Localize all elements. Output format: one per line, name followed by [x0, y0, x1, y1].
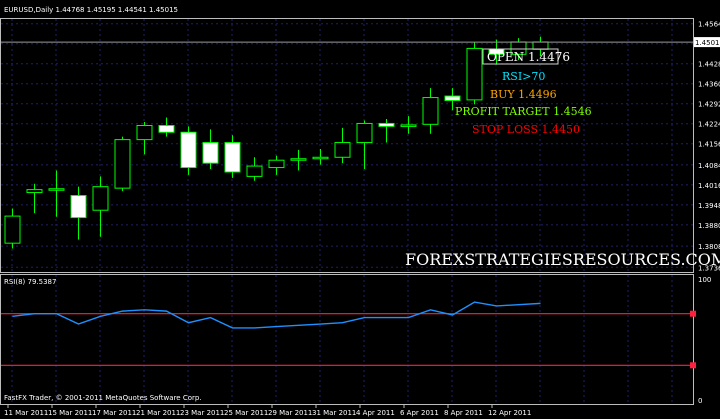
- candle-body[interactable]: [356, 122, 373, 144]
- rsi-max-label: 100: [698, 276, 711, 284]
- date-tick-label: 23 Mar 2011: [180, 409, 224, 417]
- chart-window[interactable]: 1.45641.44961.44281.43601.42921.42241.41…: [0, 0, 720, 419]
- price-tick-label: 1.4428: [698, 61, 720, 69]
- candle-body[interactable]: [334, 142, 351, 158]
- price-tick-label: 1.4564: [698, 21, 720, 29]
- date-tick-label: 31 Mar 2011: [312, 409, 356, 417]
- copyright-text: FastFX Trader, © 2001-2011 MetaQuotes So…: [4, 394, 202, 402]
- price-tick-label: 1.4084: [698, 162, 720, 170]
- profit-target-annotation: PROFIT TARGET 1.4546: [455, 105, 592, 118]
- price-tick-label: 1.3880: [698, 222, 720, 230]
- symbol-header: EURUSD,Daily 1.44768 1.45195 1.44541 1.4…: [4, 6, 178, 14]
- candle-body[interactable]: [290, 158, 307, 161]
- candle-body[interactable]: [114, 139, 131, 189]
- date-tick-label: 12 Apr 2011: [488, 409, 531, 417]
- date-tick-label: 8 Apr 2011: [444, 409, 483, 417]
- candle-body[interactable]: [378, 122, 395, 127]
- candle-body[interactable]: [422, 97, 439, 125]
- open-annotation: OPEN 1.4476: [487, 50, 570, 64]
- candle-body[interactable]: [180, 131, 197, 169]
- date-tick-label: 6 Apr 2011: [400, 409, 439, 417]
- date-tick-label: 17 Mar 2011: [92, 409, 136, 417]
- candle-body[interactable]: [312, 156, 329, 160]
- price-tick-label: 1.4016: [698, 182, 720, 190]
- rsi-level-marker: [690, 310, 696, 317]
- candle-body[interactable]: [202, 142, 219, 164]
- date-tick-label: 25 Mar 2011: [224, 409, 268, 417]
- candle-body[interactable]: [400, 124, 417, 127]
- rsi-annotation: RSI>70: [502, 70, 545, 83]
- price-tick-label: 1.3948: [698, 202, 720, 210]
- date-tick-label: 29 Mar 2011: [268, 409, 312, 417]
- candle-body[interactable]: [48, 188, 65, 191]
- candle-body[interactable]: [26, 189, 43, 194]
- candle-body[interactable]: [136, 124, 153, 141]
- price-tick-label: 1.4156: [698, 141, 720, 149]
- stop-loss-annotation: STOP LOSS 1.4450: [472, 123, 580, 136]
- candle-body[interactable]: [158, 124, 175, 133]
- date-tick-label: 21 Mar 2011: [136, 409, 180, 417]
- date-tick-label: 11 Mar 2011: [4, 409, 48, 417]
- candle-body[interactable]: [444, 95, 461, 101]
- date-tick-label: 4 Apr 2011: [356, 409, 395, 417]
- candle-body[interactable]: [268, 159, 285, 169]
- date-tick-label: 15 Mar 2011: [48, 409, 92, 417]
- candle-body[interactable]: [466, 47, 483, 101]
- buy-annotation: BUY 1.4496: [490, 88, 557, 101]
- rsi-header: RSI(8) 79.5387: [4, 278, 56, 286]
- current-price-label: 1.45015: [695, 39, 720, 47]
- rsi-min-label: 0: [698, 397, 702, 405]
- watermark-text: FOREXSTRATEGIESRESOURCES.COM: [405, 250, 720, 269]
- candle-body[interactable]: [246, 165, 263, 177]
- rsi-level-marker: [690, 362, 696, 369]
- candle-body[interactable]: [224, 142, 241, 173]
- price-tick-label: 1.4292: [698, 101, 720, 109]
- price-tick-label: 1.4224: [698, 121, 720, 129]
- candle-body[interactable]: [532, 41, 549, 50]
- candle-body[interactable]: [92, 186, 109, 211]
- candle-body[interactable]: [70, 195, 87, 219]
- candle-body[interactable]: [4, 215, 21, 244]
- price-tick-label: 1.4360: [698, 81, 720, 89]
